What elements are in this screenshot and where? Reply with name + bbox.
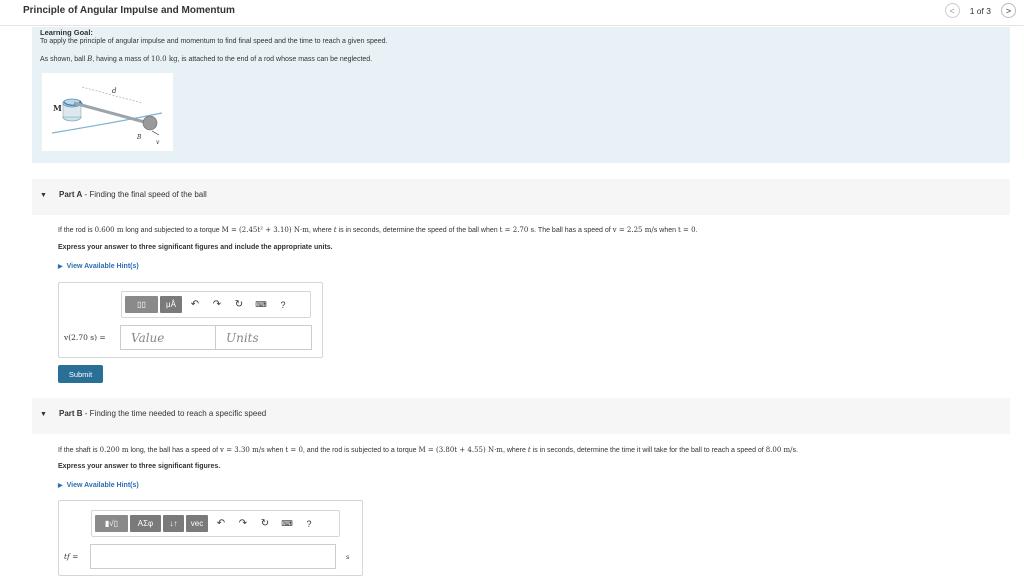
collapse-icon[interactable]: ▼ (40, 192, 47, 199)
part-a-answer-label: v(2.70 s) = (64, 333, 106, 342)
part-a-question: If the rod is 0.600 m long and subjected… (58, 226, 698, 234)
figure-label-v: v (156, 139, 160, 146)
value-input[interactable]: Value (120, 325, 216, 350)
redo-icon[interactable]: ↷ (206, 299, 228, 310)
templates-button[interactable]: ▮√▯ (95, 515, 128, 532)
part-b-toolbar: ▮√▯ ΑΣφ ↓↑ vec ↶ ↷ ↻ ⌨ ? (91, 510, 340, 537)
submit-button[interactable]: Submit (58, 365, 103, 383)
part-b-title: Part B - Finding the time needed to reac… (59, 409, 267, 418)
page-title: Principle of Angular Impulse and Momentu… (23, 5, 235, 16)
page-count: 1 of 3 (969, 5, 991, 16)
part-b-answer-label: tf = (64, 552, 79, 561)
problem-figure: d M B v (42, 73, 173, 151)
part-a-header[interactable]: ▼ Part A - Finding the final speed of th… (32, 179, 1010, 215)
figure-label-b: B (136, 134, 142, 141)
part-a-toolbar: ▯▯ μÅ ↶ ↷ ↻ ⌨ ? (121, 291, 311, 318)
keyboard-icon[interactable]: ⌨ (250, 300, 272, 309)
undo-icon[interactable]: ↶ (210, 518, 232, 529)
problem-intro: As shown, ball B, having a mass of 10.0 … (40, 55, 373, 63)
unit-label: s (346, 553, 350, 561)
learning-goal-panel: Learning Goal: To apply the principle of… (32, 27, 1010, 163)
units-button[interactable]: μÅ (160, 296, 182, 313)
expand-arrow-icon: ▶ (58, 483, 63, 489)
part-a-title: Part A - Finding the final speed of the … (59, 190, 207, 199)
part-b-question: If the shaft is 0.200 m long, the ball h… (58, 446, 799, 454)
pager: < 1 of 3 > (944, 3, 1016, 18)
learning-goal-heading: Learning Goal: (40, 28, 93, 37)
time-input[interactable] (90, 544, 336, 569)
part-a-instruction: Express your answer to three significant… (58, 244, 333, 251)
previous-button[interactable]: < (944, 3, 960, 18)
learning-goal-text: To apply the principle of angular impuls… (40, 38, 388, 45)
part-b-hint-link[interactable]: ▶ View Available Hint(s) (58, 482, 139, 489)
figure-label-m: M (53, 103, 62, 113)
vec-button[interactable]: vec (186, 515, 208, 532)
part-a-hint-link[interactable]: ▶ View Available Hint(s) (58, 263, 139, 270)
reset-icon[interactable]: ↻ (228, 299, 250, 310)
help-icon[interactable]: ? (298, 519, 320, 529)
header-bar: Principle of Angular Impulse and Momentu… (0, 0, 1024, 26)
next-button[interactable]: > (1001, 3, 1016, 18)
undo-icon[interactable]: ↶ (184, 299, 206, 310)
greek-button[interactable]: ΑΣφ (130, 515, 161, 532)
help-icon[interactable]: ? (272, 300, 294, 310)
arrows-button[interactable]: ↓↑ (163, 515, 184, 532)
part-b-instruction: Express your answer to three significant… (58, 463, 221, 470)
units-input[interactable]: Units (215, 325, 312, 350)
figure-label-d: d (112, 87, 117, 95)
expand-arrow-icon: ▶ (58, 264, 63, 270)
templates-button[interactable]: ▯▯ (125, 296, 158, 313)
redo-icon[interactable]: ↷ (232, 518, 254, 529)
part-b-header[interactable]: ▼ Part B - Finding the time needed to re… (32, 398, 1010, 434)
collapse-icon[interactable]: ▼ (40, 411, 47, 418)
reset-icon[interactable]: ↻ (254, 518, 276, 529)
keyboard-icon[interactable]: ⌨ (276, 519, 298, 528)
